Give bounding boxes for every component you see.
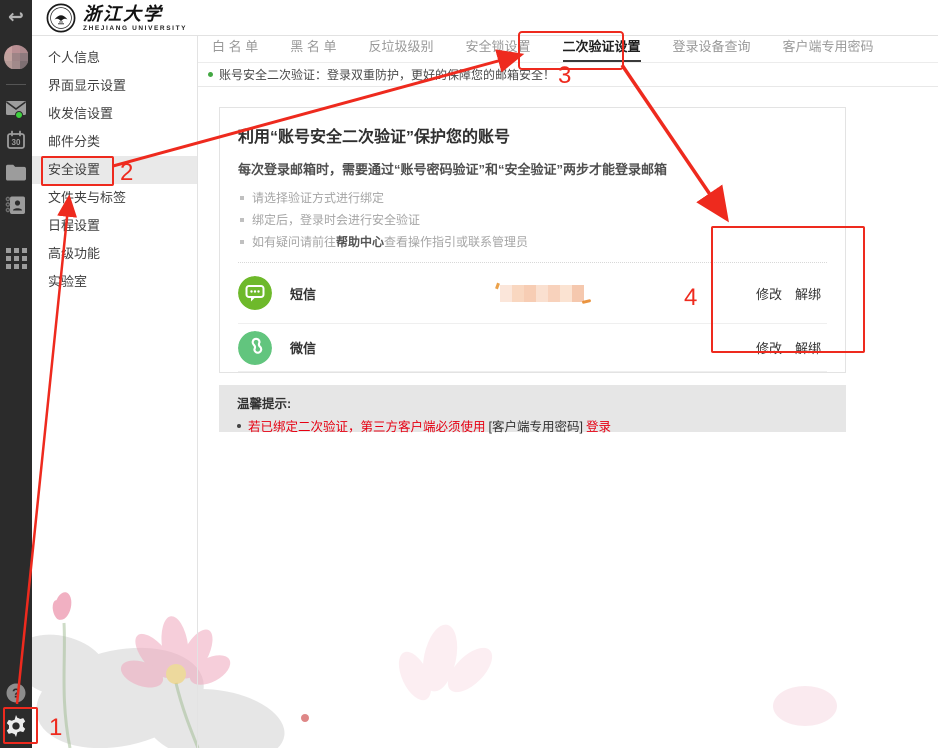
undo-icon[interactable]: ↩ [0,6,32,28]
avatar[interactable] [0,44,32,70]
main-content: 白 名 单 黑 名 单 反垃圾级别 安全锁设置 二次验证设置 登录设备查询 客户… [198,36,938,748]
bullet-dot [240,196,244,200]
two-factor-card: 利用“账号安全二次验证”保护您的账号 每次登录邮箱时，需要通过“账号密码验证”和… [219,107,846,373]
tip-item: 如有疑问请前往 帮助中心 查看操作指引或联系管理员 [238,233,827,250]
tip-text: 绑定后，登录时会进行安全验证 [252,211,420,228]
mail-unread-dot [15,111,23,119]
tab-two-factor[interactable]: 二次验证设置 [563,36,641,62]
warning-text: 若已绑定二次验证，第三方客户端必须使用 [248,416,486,435]
bullet-dot [240,240,244,244]
settings-sidebar: 个人信息 界面显示设置 收发信设置 邮件分类 安全设置 文件夹与标签 日程设置 … [32,36,198,748]
sidebar-item-security[interactable]: 安全设置 [32,156,197,184]
tip-text: 请选择验证方式进行绑定 [252,189,384,206]
bullet-dot [237,424,241,428]
status-banner: 账号安全二次验证：登录双重防护，更好的保障您的邮箱安全！ [198,63,938,87]
tab-antispam-level[interactable]: 反垃圾级别 [368,36,433,62]
tips-list: 请选择验证方式进行绑定 绑定后，登录时会进行安全验证 如有疑问请前往 帮助中心 … [238,189,827,250]
tip-item: 绑定后，登录时会进行安全验证 [238,211,827,228]
calendar-icon[interactable]: 30 [0,128,32,152]
notice-box: 温馨提示: 若已绑定二次验证，第三方客户端必须使用 [客户端专用密码] 登录 [219,385,846,432]
contacts-icon[interactable] [0,193,32,217]
help-center-link[interactable]: 帮助中心 [336,233,384,250]
sms-icon [238,276,272,310]
tip-text: 查看操作指引或联系管理员 [384,233,528,250]
tab-security-lock[interactable]: 安全锁设置 [465,36,530,62]
help-glyph: ? [12,686,20,701]
bullet-dot [240,218,244,222]
wechat-unbind-link[interactable]: 解绑 [795,338,821,357]
notice-title: 温馨提示: [237,393,828,412]
sidebar-item-advanced[interactable]: 高级功能 [32,240,197,268]
undo-glyph: ↩ [8,8,24,27]
university-name-en: ZHEJIANG UNIVERSITY [83,25,187,32]
sidebar-item-folders-tags[interactable]: 文件夹与标签 [32,184,197,212]
settings-page: ↩ 30 [0,0,938,748]
tab-client-password[interactable]: 客户端专用密码 [783,36,874,62]
card-subtitle: 每次登录邮箱时，需要通过“账号密码验证”和“安全验证”两步才能登录邮箱 [238,159,827,178]
tab-login-devices[interactable]: 登录设备查询 [673,36,751,62]
tip-item: 请选择验证方式进行绑定 [238,189,827,206]
wechat-label: 微信 [290,338,350,357]
client-password-ref: [客户端专用密码] [486,416,586,435]
login-link[interactable]: 登录 [586,416,611,435]
folder-icon[interactable] [0,161,32,183]
university-seal-icon [46,3,76,33]
tip-text: 如有疑问请前往 [252,233,336,250]
page-header: 浙江大学 ZHEJIANG UNIVERSITY [32,0,938,36]
sms-label: 短信 [290,284,350,303]
tab-blacklist[interactable]: 黑 名 单 [290,36,336,62]
sms-binding-row: 短信 修改 解绑 [238,263,827,324]
wechat-icon [238,331,272,365]
university-name-cn: 浙江大学 [83,5,187,23]
sidebar-item-send-receive[interactable]: 收发信设置 [32,100,197,128]
calendar-day-number: 30 [12,138,21,147]
sidebar-item-calendar[interactable]: 日程设置 [32,212,197,240]
tab-whitelist[interactable]: 白 名 单 [212,36,258,62]
sms-unbind-link[interactable]: 解绑 [795,284,821,303]
apps-grid-icon[interactable] [0,247,32,269]
status-text: 账号安全二次验证：登录双重防护，更好的保障您的邮箱安全！ [219,66,555,83]
card-title: 利用“账号安全二次验证”保护您的账号 [238,123,827,147]
wechat-binding-row: 微信 修改 解绑 [238,324,827,372]
sms-modify-link[interactable]: 修改 [756,284,782,303]
rail-divider [6,84,26,85]
help-icon[interactable]: ? [0,682,32,704]
wechat-modify-link[interactable]: 修改 [756,338,782,357]
app-rail: ↩ 30 [0,0,32,748]
status-dot [208,72,213,77]
sidebar-item-display[interactable]: 界面显示设置 [32,72,197,100]
university-logo: 浙江大学 ZHEJIANG UNIVERSITY [46,3,187,33]
sidebar-item-personal-info[interactable]: 个人信息 [32,44,197,72]
gear-icon[interactable] [0,712,32,740]
masked-phone-number [500,285,584,302]
avatar-mosaic [4,45,29,70]
sidebar-item-mail-sorting[interactable]: 邮件分类 [32,128,197,156]
mail-icon[interactable] [0,96,32,120]
security-tabs: 白 名 单 黑 名 单 反垃圾级别 安全锁设置 二次验证设置 登录设备查询 客户… [198,36,938,63]
sidebar-item-lab[interactable]: 实验室 [32,268,197,296]
notice-warning: 若已绑定二次验证，第三方客户端必须使用 [客户端专用密码] 登录 [237,416,828,435]
